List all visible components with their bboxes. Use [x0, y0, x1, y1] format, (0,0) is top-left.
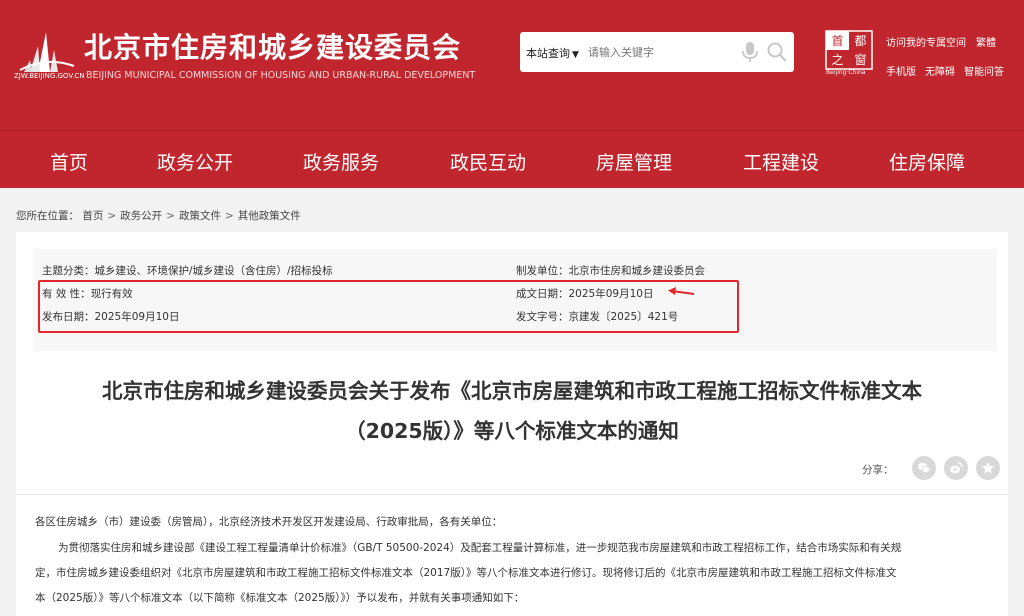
breadcrumb-policy-docs[interactable]: 政策文件: [179, 210, 221, 222]
breadcrumb-home[interactable]: 首页: [82, 210, 103, 222]
article-title-line2: （2025版）》等八个标准文本的通知: [345, 419, 679, 443]
microphone-icon[interactable]: [740, 41, 760, 63]
search-icon[interactable]: [766, 41, 788, 63]
top-links-row1: 访问我的专属空间 繁體: [886, 34, 1006, 49]
my-space-link[interactable]: 访问我的专属空间: [886, 34, 966, 49]
meta-issuer-value: 北京市住房和城乡建设委员会: [568, 265, 706, 277]
smart-qa-link[interactable]: 智能问答: [964, 63, 1004, 78]
search-input[interactable]: [588, 40, 728, 64]
breadcrumb-other-policy-docs[interactable]: 其他政策文件: [238, 210, 301, 222]
breadcrumb-prefix: 您所在位置：: [16, 210, 79, 222]
favorite-star-icon[interactable]: [976, 456, 1000, 480]
weibo-share-icon[interactable]: [944, 456, 968, 480]
wechat-share-icon[interactable]: [912, 456, 936, 480]
search-box: 本站查询 ▼: [520, 32, 794, 72]
breadcrumb-separator: >: [224, 210, 234, 222]
capital-logo-glyph: 之: [831, 53, 843, 67]
search-scope-label: 本站查询: [526, 47, 570, 60]
nav-item-engineering[interactable]: 工程建设: [743, 148, 819, 175]
nav-item-interaction[interactable]: 政民互动: [450, 148, 526, 175]
capital-logo-caption: Beijing·China: [826, 69, 866, 76]
search-scope-select[interactable]: 本站查询 ▼: [526, 45, 579, 61]
accessibility-link[interactable]: 无障碍: [925, 63, 955, 78]
mobile-version-link[interactable]: 手机版: [886, 63, 916, 78]
site-header: ZJW.BEIJING.GOV.CN 北京市住房和城乡建设委员会 BEIJING…: [0, 0, 1024, 130]
article-salutation: 各区住房城乡（市）建设委（房管局），北京经济技术开发区开发建设局、行政审批局，各…: [35, 516, 503, 528]
top-links-row2: 手机版 无障碍 智能问答: [886, 63, 1013, 78]
nav-item-gov-affairs[interactable]: 政务公开: [157, 148, 233, 175]
capital-logo-glyph: 首: [831, 34, 843, 48]
chevron-down-icon: ▼: [572, 50, 579, 60]
article-paragraph-line: 定，市住房城乡建设委组织对《北京市房屋建筑和市政工程施工招标文件标准文本（201…: [35, 567, 897, 579]
section-divider: [16, 494, 1008, 495]
article-paragraph-line: 本（2025版）》等八个标准文本（以下简称《标准文本（2025版）》）予以发布，…: [35, 592, 525, 604]
meta-topic-value: 城乡建设、环境保护/城乡建设（含住房）/招标投标: [94, 265, 333, 277]
red-arrow-annotation-icon: [668, 287, 695, 295]
share-label: 分享：: [862, 464, 894, 476]
nav-item-housing-security[interactable]: 住房保障: [889, 148, 965, 175]
traditional-chinese-link[interactable]: 繁體: [976, 34, 996, 49]
capital-logo-glyph: 都: [854, 34, 866, 48]
meta-issuer: 制发单位：北京市住房和城乡建设委员会: [516, 263, 705, 278]
highlight-annotation-box: [38, 280, 739, 333]
breadcrumb-gov-affairs[interactable]: 政务公开: [120, 210, 162, 222]
nav-item-home[interactable]: 首页: [50, 148, 88, 175]
breadcrumb-separator: >: [107, 210, 117, 222]
meta-topic-label: 主题分类：: [42, 265, 95, 277]
article-title-line1: 北京市住房和城乡建设委员会关于发布《北京市房屋建筑和市政工程施工招标文件标准文本: [102, 379, 922, 403]
article-paragraph-line: 为贯彻落实住房和城乡建设部《建设工程工程量清单计价标准》（GB/T 50500-…: [58, 542, 902, 554]
capital-logo-glyph: 窗: [854, 53, 866, 67]
breadcrumb-separator: >: [166, 210, 175, 222]
meta-issuer-label: 制发单位：: [516, 265, 569, 277]
meta-topic: 主题分类：城乡建设、环境保护/城乡建设（含住房）/招标投标: [42, 263, 333, 278]
main-nav: 首页 政务公开 政务服务 政民互动 房屋管理 工程建设 住房保障: [0, 130, 1024, 188]
site-subtitle: BEIJING MUNICIPAL COMMISSION OF HOUSING …: [86, 70, 476, 81]
nav-item-housing-management[interactable]: 房屋管理: [596, 148, 672, 175]
breadcrumb: 您所在位置： 首页 > 政务公开 > 政策文件 > 其他政策文件: [16, 208, 301, 223]
logo-url-text: ZJW.BEIJING.GOV.CN: [14, 72, 85, 80]
site-title[interactable]: 北京市住房和城乡建设委员会: [84, 26, 461, 66]
building-logo-icon[interactable]: [16, 26, 76, 74]
nav-item-gov-services[interactable]: 政务服务: [303, 148, 379, 175]
